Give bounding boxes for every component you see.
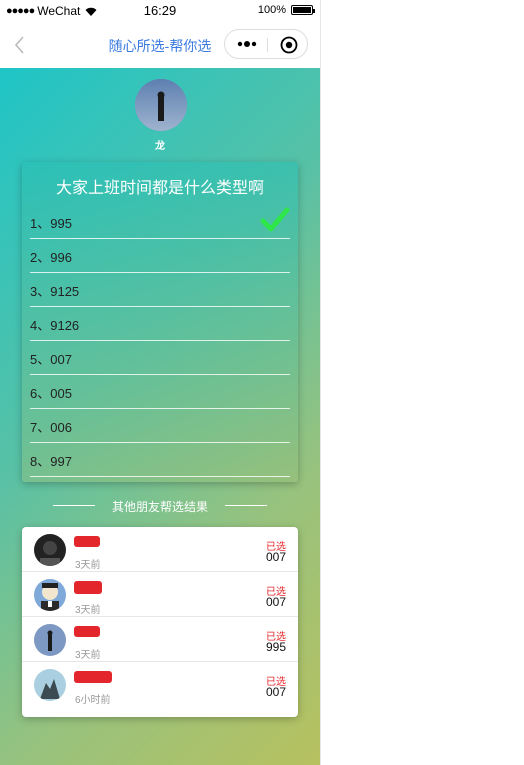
option-item[interactable]: 8、997 — [30, 442, 290, 477]
battery-icon — [291, 5, 315, 15]
picked-value: 007 — [265, 550, 286, 564]
result-row[interactable]: 3天前 已选 007 — [22, 572, 298, 617]
picked-value: 995 — [265, 640, 286, 654]
option-label: 3、9125 — [30, 284, 80, 299]
option-item[interactable]: 3、9125 — [30, 272, 290, 307]
option-label: 7、006 — [30, 420, 72, 435]
status-right: 100% — [257, 4, 315, 16]
redacted-name — [74, 626, 100, 637]
results-card: 3天前 已选 007 3天前 已选 007 3天前 已选 995 6小时前 已选… — [22, 527, 298, 717]
check-icon — [260, 206, 290, 234]
result-time: 3天前 — [75, 605, 101, 616]
friend-avatar — [34, 579, 66, 611]
friend-avatar — [34, 534, 66, 566]
option-item[interactable]: 2、996 — [30, 238, 290, 273]
question-card: 大家上班时间都是什么类型啊 1、995 2、996 3、9125 4、9126 … — [22, 162, 298, 482]
option-item[interactable]: 6、005 — [30, 374, 290, 409]
phone-screen: ●●●●● WeChat 16:29 100% 随心所选-帮你选 龙 大家上班时… — [0, 0, 321, 765]
option-label: 8、997 — [30, 454, 72, 469]
menu-capsule — [224, 29, 308, 59]
result-row[interactable]: 3天前 已选 007 — [22, 527, 298, 572]
result-time: 3天前 — [75, 650, 101, 661]
battery-percent: 100% — [257, 4, 286, 16]
option-item[interactable]: 1、995 — [30, 204, 290, 239]
author-name: 龙 — [155, 141, 165, 152]
option-label: 2、996 — [30, 250, 72, 265]
picked-value: 007 — [265, 595, 286, 609]
question-title: 大家上班时间都是什么类型啊 — [55, 178, 264, 197]
divider-line-right — [225, 505, 267, 506]
results-heading: 其他朋友帮选结果 — [111, 500, 208, 514]
main-content: 龙 大家上班时间都是什么类型啊 1、995 2、996 3、9125 4、912… — [0, 68, 320, 765]
author-avatar[interactable] — [135, 79, 187, 131]
result-row[interactable]: 6小时前 已选 007 — [22, 662, 298, 707]
option-item[interactable]: 5、007 — [30, 340, 290, 375]
capsule-divider — [267, 38, 268, 52]
result-time: 6小时前 — [75, 695, 111, 706]
option-label: 6、005 — [30, 386, 72, 401]
option-label: 1、995 — [30, 216, 72, 231]
picked-value: 007 — [265, 685, 286, 699]
more-dots-icon[interactable] — [235, 35, 263, 53]
option-label: 5、007 — [30, 352, 72, 367]
close-circle-icon[interactable] — [280, 36, 298, 54]
nav-bar: 随心所选-帮你选 — [0, 22, 320, 69]
results-divider: 其他朋友帮选结果 — [0, 498, 320, 514]
friend-avatar — [34, 669, 66, 701]
friend-avatar — [34, 624, 66, 656]
redacted-name — [74, 671, 112, 683]
status-bar: ●●●●● WeChat 16:29 100% — [0, 0, 320, 22]
option-label: 4、9126 — [30, 318, 80, 333]
redacted-name — [74, 581, 102, 594]
result-row[interactable]: 3天前 已选 995 — [22, 617, 298, 662]
option-item[interactable]: 4、9126 — [30, 306, 290, 341]
result-time: 3天前 — [75, 560, 101, 571]
option-item[interactable]: 7、006 — [30, 408, 290, 443]
redacted-name — [74, 536, 100, 547]
